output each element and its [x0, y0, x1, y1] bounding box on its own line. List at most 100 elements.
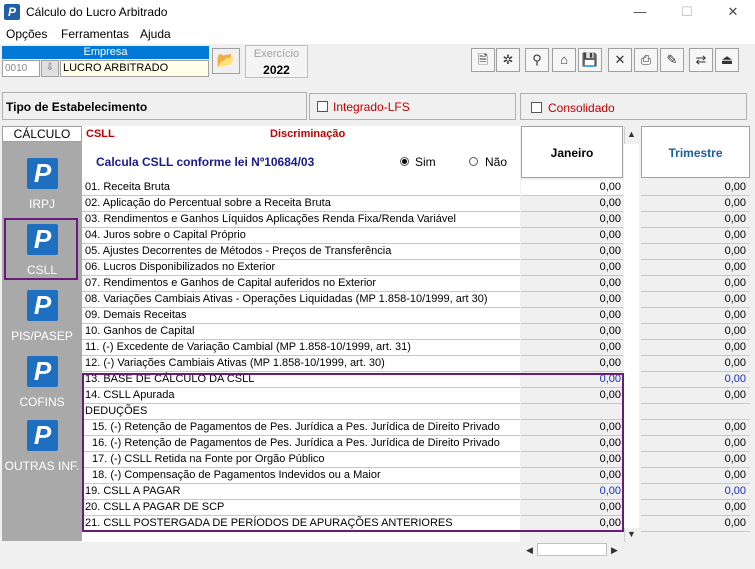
exit-icon: ⏏ — [720, 52, 734, 67]
empresa-code-field[interactable]: 0010 — [2, 60, 40, 77]
consolidado-checkbox[interactable] — [531, 102, 542, 113]
search-icon: ⚲ — [532, 52, 542, 67]
exercicio-box[interactable]: Exercício 2022 — [245, 45, 308, 78]
maximize-button[interactable]: ☐ — [667, 2, 707, 22]
janeiro-cell[interactable]: 0,00 — [521, 228, 623, 244]
table-row-label: 05. Ajustes Decorrentes de Métodos - Pre… — [82, 244, 520, 260]
delete-icon: ✕ — [614, 52, 626, 67]
new-document-icon: 🗎 — [477, 52, 489, 67]
janeiro-cell[interactable]: 0,00 — [521, 308, 623, 324]
transfer-button[interactable]: ⇄ — [689, 48, 713, 72]
janeiro-header: Janeiro — [521, 126, 623, 178]
table-row-label: 04. Juros sobre o Capital Próprio — [82, 228, 520, 244]
nav-item-pis-pasep[interactable]: P PIS/PASEP — [2, 284, 82, 350]
section-label: CSLL — [86, 128, 115, 140]
save-button[interactable]: 💾 — [578, 48, 602, 72]
trimestre-cell: 0,00 — [641, 516, 750, 532]
calcula-csll-label: Calcula CSLL conforme lei Nº10684/03 — [96, 155, 315, 169]
p-logo-icon: P — [27, 158, 58, 189]
tool-icon: ⌂ — [560, 52, 568, 67]
trimestre-cell: 0,00 — [641, 388, 750, 404]
tipo-estabelecimento-label: Tipo de Estabelecimento — [6, 100, 148, 114]
menu-opcoes[interactable]: Opções — [6, 27, 47, 41]
trimestre-cell: 0,00 — [641, 356, 750, 372]
janeiro-cell[interactable]: 0,00 — [521, 276, 623, 292]
open-folder-button[interactable]: 📂 — [212, 48, 240, 74]
table-row-label: 06. Lucros Disponibilizados no Exterior — [82, 260, 520, 276]
nav-item-irpj[interactable]: P IRPJ — [2, 152, 82, 218]
menu-ferramentas[interactable]: Ferramentas — [61, 27, 129, 41]
search-button[interactable]: ⚲ — [525, 48, 549, 72]
edit-button[interactable]: ✎ — [660, 48, 684, 72]
transfer-icon: ⇄ — [695, 52, 707, 67]
discriminacao-header: Discriminação — [270, 128, 346, 140]
menu-ajuda[interactable]: Ajuda — [140, 27, 171, 41]
app-logo-icon: P — [4, 4, 20, 20]
trimestre-cell: 0,00 — [641, 436, 750, 452]
radio-nao-label[interactable]: Não — [485, 155, 507, 169]
tool-button[interactable]: ⌂ — [552, 48, 576, 72]
nav-item-label: OUTRAS INF. — [4, 459, 80, 473]
radio-sim[interactable] — [400, 157, 409, 166]
p-logo-icon: P — [27, 290, 58, 321]
window-title: Cálculo do Lucro Arbitrado — [26, 5, 168, 19]
empresa-label: Empresa — [2, 46, 209, 59]
exercicio-label: Exercício — [253, 48, 300, 60]
janeiro-cell[interactable]: 0,00 — [521, 212, 623, 228]
settings-button[interactable]: ✲ — [496, 48, 520, 72]
nav-item-label: PIS/PASEP — [11, 329, 73, 343]
scroll-down-arrow-icon[interactable]: ▼ — [624, 527, 639, 542]
scroll-right-arrow-icon[interactable]: ▶ — [607, 543, 622, 558]
janeiro-cell[interactable]: 0,00 — [521, 196, 623, 212]
trimestre-cell: 0,00 — [641, 228, 750, 244]
p-logo-icon: P — [27, 356, 58, 387]
trimestre-cell: 0,00 — [641, 372, 750, 388]
janeiro-cell[interactable]: 0,00 — [521, 324, 623, 340]
settings-icon: ✲ — [502, 52, 514, 67]
p-logo-icon: P — [27, 420, 58, 451]
janeiro-cell[interactable]: 0,00 — [521, 180, 623, 196]
table-row-label: 03. Rendimentos e Ganhos Líquidos Aplica… — [82, 212, 520, 228]
empresa-lookup-button[interactable]: ⇩ — [41, 60, 59, 77]
scroll-left-arrow-icon[interactable]: ◀ — [522, 543, 537, 558]
radio-nao[interactable] — [469, 157, 478, 166]
nav-item-label: COFINS — [19, 395, 65, 409]
scroll-up-arrow-icon[interactable]: ▲ — [624, 127, 639, 142]
trimestre-cell: 0,00 — [641, 260, 750, 276]
trimestre-cell: 0,00 — [641, 340, 750, 356]
janeiro-cell[interactable]: 0,00 — [521, 356, 623, 372]
nav-selection-highlight — [4, 218, 78, 280]
new-document-button[interactable]: 🗎 — [471, 48, 495, 72]
minimize-button[interactable]: — — [620, 2, 660, 22]
trimestre-cell: 0,00 — [641, 212, 750, 228]
radio-sim-label[interactable]: Sim — [415, 155, 436, 169]
exercicio-value: 2022 — [263, 63, 290, 77]
nav-item-outras-inf[interactable]: P OUTRAS INF. — [2, 414, 82, 480]
exit-button[interactable]: ⏏ — [715, 48, 739, 72]
delete-button[interactable]: ✕ — [608, 48, 632, 72]
table-row-label: 09. Demais Receitas — [82, 308, 520, 324]
calculo-header: CÁLCULO — [2, 126, 82, 142]
nav-item-cofins[interactable]: P COFINS — [2, 350, 82, 416]
horizontal-scroll-thumb[interactable] — [537, 543, 607, 556]
nav-item-label: IRPJ — [28, 197, 55, 211]
trimestre-cell: 0,00 — [641, 420, 750, 436]
table-row-label: 11. (-) Excedente de Variação Cambial (M… — [82, 340, 520, 356]
janeiro-cell[interactable]: 0,00 — [521, 340, 623, 356]
integrado-label[interactable]: Integrado-LFS — [333, 100, 410, 114]
trimestre-cell: 0,00 — [641, 244, 750, 260]
trimestre-cell: 0,00 — [641, 276, 750, 292]
integrado-checkbox[interactable] — [317, 101, 328, 112]
print-button[interactable]: ⎙ — [634, 48, 658, 72]
janeiro-cell[interactable]: 0,00 — [521, 260, 623, 276]
radio-selected-dot — [402, 159, 407, 164]
trimestre-cell: 0,00 — [641, 180, 750, 196]
close-button[interactable]: ✕ — [713, 2, 753, 22]
trimestre-cell: 0,00 — [641, 500, 750, 516]
consolidado-label[interactable]: Consolidado — [548, 101, 615, 115]
empresa-name-field[interactable]: LUCRO ARBITRADO — [60, 60, 209, 77]
janeiro-cell[interactable]: 0,00 — [521, 244, 623, 260]
trimestre-cell: 0,00 — [641, 452, 750, 468]
scroll-thumb[interactable] — [624, 144, 639, 528]
janeiro-cell[interactable]: 0,00 — [521, 292, 623, 308]
